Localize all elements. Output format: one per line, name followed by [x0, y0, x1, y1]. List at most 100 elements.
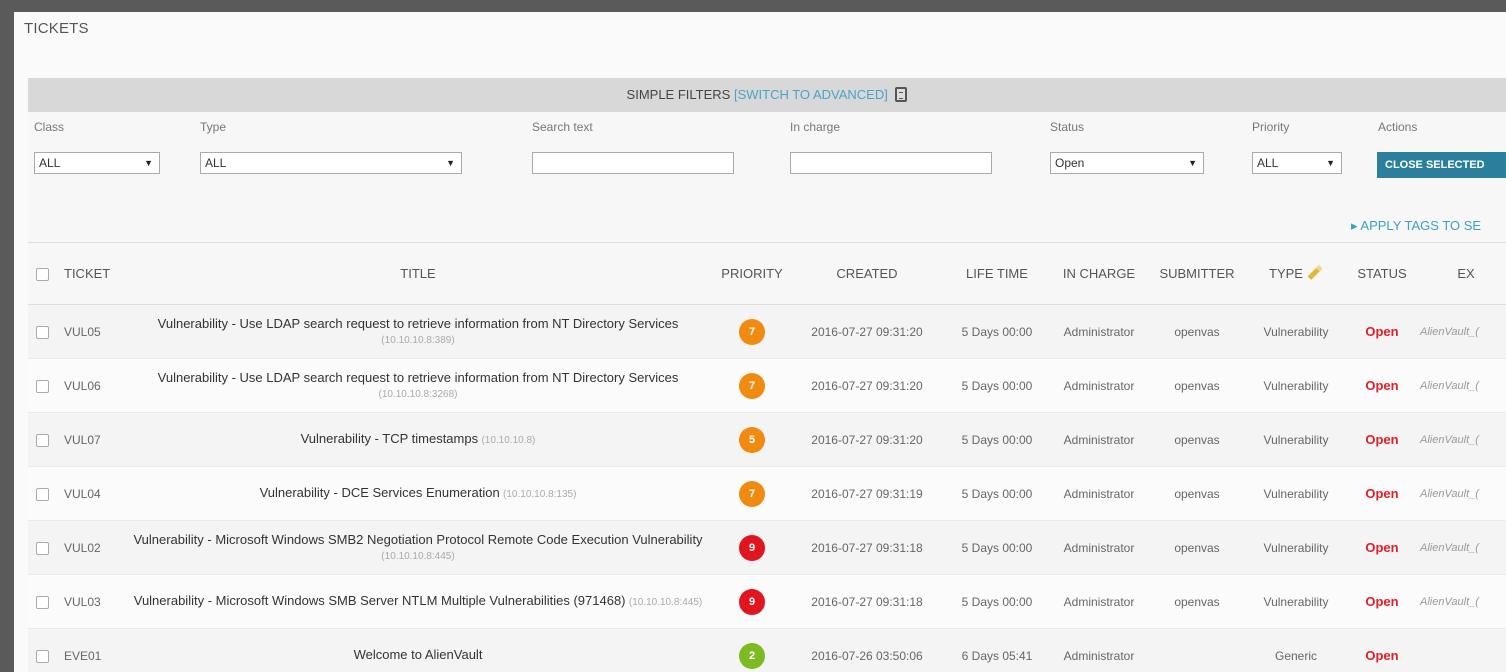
col-type[interactable]: TYPE [1242, 242, 1350, 305]
col-extra[interactable]: EX [1414, 242, 1506, 305]
in-charge-cell: Administrator [1046, 574, 1152, 629]
ticket-title[interactable]: Vulnerability - Use LDAP search request … [158, 370, 679, 385]
ticket-title[interactable]: Vulnerability - Use LDAP search request … [158, 316, 679, 331]
row-checkbox[interactable] [35, 649, 49, 663]
class-select-value: ALL [39, 156, 61, 170]
col-life-time[interactable]: LIFE TIME [948, 242, 1046, 305]
priority-filter-label: Priority [1252, 120, 1290, 134]
table-row[interactable]: VUL07 Vulnerability - TCP timestamps (10.… [28, 412, 1506, 467]
ticket-title-cell[interactable]: Vulnerability - Microsoft Windows SMB2 N… [118, 520, 718, 575]
extra-cell [1414, 628, 1506, 672]
ticket-id[interactable]: VUL04 [56, 466, 118, 521]
priority-cell: 7 [718, 304, 786, 359]
created-cell: 2016-07-27 09:31:20 [786, 304, 948, 359]
status-cell: Open [1350, 358, 1414, 413]
extra-cell: AlienVault_( [1414, 412, 1506, 467]
filter-settings-icon[interactable] [895, 87, 908, 102]
chevron-down-icon: ▼ [1188, 158, 1197, 168]
priority-badge: 7 [739, 480, 765, 507]
submitter-cell [1152, 628, 1242, 672]
type-cell: Vulnerability [1242, 358, 1350, 413]
switch-to-advanced-link[interactable]: [SWITCH TO ADVANCED] [734, 87, 888, 102]
ticket-title[interactable]: Welcome to AlienVault [354, 647, 483, 662]
close-selected-button[interactable]: CLOSE SELECTED [1377, 152, 1506, 178]
col-created[interactable]: CREATED [786, 242, 948, 305]
ticket-id[interactable]: VUL03 [56, 574, 118, 629]
ticket-ip: (10.10.10.8) [481, 435, 536, 446]
col-in-charge[interactable]: IN CHARGE [1046, 242, 1152, 305]
table-row[interactable]: VUL06 Vulnerability - Use LDAP search req… [28, 358, 1506, 413]
tickets-table-body: VUL05 Vulnerability - Use LDAP search req… [28, 304, 1506, 672]
ticket-id[interactable]: VUL05 [56, 304, 118, 359]
chevron-down-icon: ▼ [1326, 158, 1335, 168]
priority-badge: 9 [739, 534, 765, 561]
ticket-title[interactable]: Vulnerability - Microsoft Windows SMB2 N… [133, 532, 702, 547]
type-select[interactable]: ALL ▼ [200, 152, 462, 174]
ticket-title[interactable]: Vulnerability - Microsoft Windows SMB Se… [134, 593, 626, 608]
ticket-title-cell[interactable]: Vulnerability - TCP timestamps (10.10.10… [118, 412, 718, 467]
status-cell: Open [1350, 412, 1414, 467]
row-select-cell [28, 520, 56, 575]
ticket-title-cell[interactable]: Welcome to AlienVault [118, 628, 718, 672]
table-row[interactable]: VUL05 Vulnerability - Use LDAP search req… [28, 304, 1506, 359]
row-checkbox[interactable] [35, 379, 49, 393]
table-row[interactable]: VUL03 Vulnerability - Microsoft Windows S… [28, 574, 1506, 629]
life-time-cell: 5 Days 00:00 [948, 466, 1046, 521]
select-all-checkbox[interactable] [35, 268, 49, 282]
col-priority[interactable]: PRIORITY [718, 242, 786, 305]
row-select-cell [28, 628, 56, 672]
search-text-input[interactable] [532, 152, 734, 174]
type-cell: Generic [1242, 628, 1350, 672]
in-charge-cell: Administrator [1046, 520, 1152, 575]
row-checkbox[interactable] [35, 433, 49, 447]
status-cell: Open [1350, 520, 1414, 575]
extra-cell: AlienVault_( [1414, 466, 1506, 521]
ticket-id[interactable]: VUL06 [56, 358, 118, 413]
col-submitter[interactable]: SUBMITTER [1152, 242, 1242, 305]
ticket-id[interactable]: VUL07 [56, 412, 118, 467]
col-status[interactable]: STATUS [1350, 242, 1414, 305]
ticket-title[interactable]: Vulnerability - DCE Services Enumeration [260, 485, 500, 500]
ticket-title[interactable]: Vulnerability - TCP timestamps [301, 431, 479, 446]
table-row[interactable]: VUL02 Vulnerability - Microsoft Windows S… [28, 520, 1506, 575]
type-cell: Vulnerability [1242, 412, 1350, 467]
chevron-down-icon: ▼ [144, 158, 153, 168]
col-ticket[interactable]: TICKET [56, 242, 118, 305]
status-cell: Open [1350, 304, 1414, 359]
tickets-table: TICKET TITLE PRIORITY CREATED LIFE TIME … [28, 242, 1506, 672]
apply-tags-link[interactable]: ▸ APPLY TAGS TO SE [1351, 218, 1481, 234]
ticket-title-cell[interactable]: Vulnerability - Use LDAP search request … [118, 304, 718, 359]
ticket-id[interactable]: EVE01 [56, 628, 118, 672]
status-select[interactable]: Open ▼ [1050, 152, 1204, 174]
status-cell: Open [1350, 466, 1414, 521]
ticket-ip: (10.10.10.8:3268) [378, 388, 458, 400]
in-charge-input[interactable] [790, 152, 992, 174]
priority-cell: 9 [718, 574, 786, 629]
priority-cell: 5 [718, 412, 786, 467]
row-checkbox[interactable] [35, 595, 49, 609]
priority-select[interactable]: ALL ▼ [1252, 152, 1342, 174]
ticket-ip: (10.10.10.8:445) [628, 597, 703, 608]
table-row[interactable]: VUL04 Vulnerability - DCE Services Enumer… [28, 466, 1506, 521]
class-select[interactable]: ALL ▼ [34, 152, 160, 174]
priority-badge: 5 [739, 426, 765, 453]
life-time-cell: 5 Days 00:00 [948, 574, 1046, 629]
ticket-title-cell[interactable]: Vulnerability - Microsoft Windows SMB Se… [118, 574, 718, 629]
table-row[interactable]: EVE01 Welcome to AlienVault 2 2016-07-26 0… [28, 628, 1506, 672]
type-cell: Vulnerability [1242, 574, 1350, 629]
col-type-label: TYPE [1269, 266, 1303, 281]
type-cell: Vulnerability [1242, 520, 1350, 575]
col-title[interactable]: TITLE [118, 242, 718, 305]
ticket-title-cell[interactable]: Vulnerability - Use LDAP search request … [118, 358, 718, 413]
created-cell: 2016-07-27 09:31:19 [786, 466, 948, 521]
row-checkbox[interactable] [35, 325, 49, 339]
row-checkbox[interactable] [35, 487, 49, 501]
ticket-title-cell[interactable]: Vulnerability - DCE Services Enumeration… [118, 466, 718, 521]
row-checkbox[interactable] [35, 541, 49, 555]
pencil-icon[interactable] [1307, 265, 1323, 280]
ticket-id[interactable]: VUL02 [56, 520, 118, 575]
status-filter-label: Status [1050, 120, 1085, 134]
row-select-cell [28, 412, 56, 467]
class-filter-label: Class [34, 120, 65, 134]
actions-label: Actions [1378, 120, 1418, 134]
